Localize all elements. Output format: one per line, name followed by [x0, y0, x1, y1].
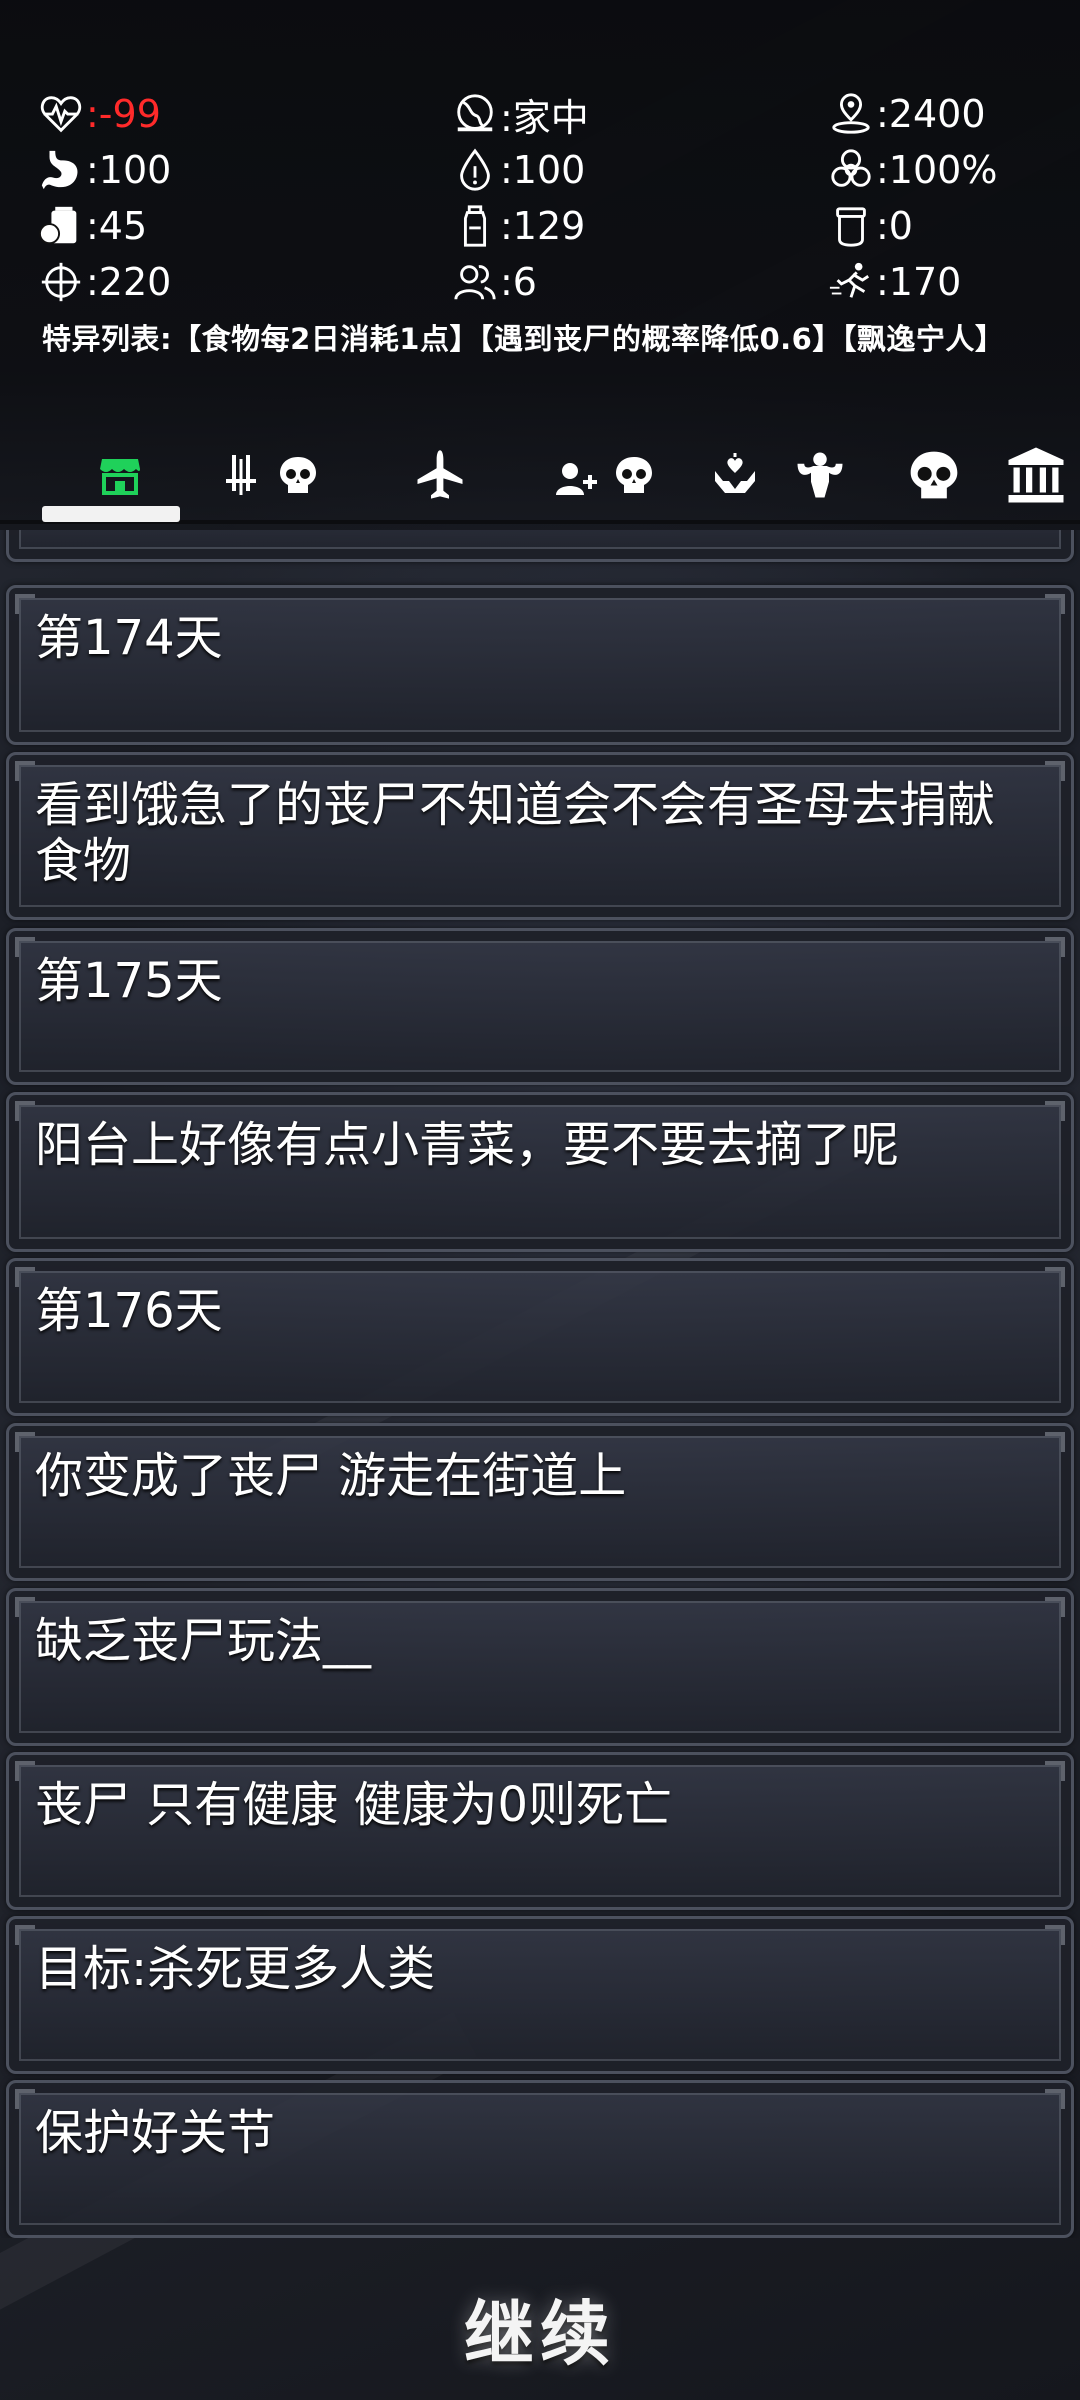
skull-icon — [910, 451, 958, 499]
muscle-icon — [797, 452, 843, 498]
add-person-icon — [556, 463, 597, 495]
log-text: 第176天 — [35, 1283, 223, 1339]
food-value: :45 — [86, 204, 148, 248]
group-icon — [454, 265, 496, 300]
hunger-value: :100 — [86, 148, 172, 192]
jar-icon — [836, 207, 866, 247]
log-card: 看到饿急了的丧尸不知道会不会有圣母去捐献食物 — [6, 752, 1074, 920]
log-card: 保护好关节 — [6, 2080, 1074, 2238]
water-value: :129 — [500, 204, 586, 248]
stat-survivors: :6 — [452, 256, 537, 308]
event-log[interactable]: 第174天 看到饿急了的丧尸不知道会不会有圣母去捐献食物 第175天 阳台上好像… — [0, 530, 1080, 2238]
skull-icon-small — [280, 457, 316, 493]
stat-location: :家中 — [452, 88, 589, 140]
log-card: 第174天 — [6, 585, 1074, 745]
stat-attack: :220 — [38, 256, 171, 308]
traits-list: 特异列表:【食物每2日消耗1点】【遇到丧尸的概率降低0.6】【飘逸宁人】 — [42, 322, 1005, 356]
distance-value: :2400 — [876, 92, 986, 136]
location-value: :家中 — [500, 95, 589, 140]
globe-person-icon — [457, 94, 493, 132]
log-card: 缺乏丧尸玩法__ — [6, 1588, 1074, 1746]
airplane-icon — [417, 450, 463, 499]
food-can-icon — [38, 206, 77, 245]
tab-shop[interactable] — [90, 440, 150, 510]
tab-bar — [0, 440, 1080, 526]
log-text: 看到饿急了的丧尸不知道会不会有圣母去捐献食物 — [35, 777, 996, 889]
log-text: 第175天 — [35, 953, 223, 1009]
log-card: 阳台上好像有点小青菜，要不要去摘了呢 — [6, 1092, 1074, 1252]
log-text: 缺乏丧尸玩法__ — [35, 1613, 372, 1669]
running-icon — [829, 262, 870, 298]
skull-icon-tab — [616, 457, 652, 493]
log-card: 你变成了丧尸 游走在街道上 — [6, 1423, 1074, 1581]
log-card: 目标:杀死更多人类 — [6, 1916, 1074, 2074]
stat-health: :-99 — [38, 88, 161, 140]
stat-food: :45 — [38, 200, 147, 252]
health-value: :-99 — [86, 92, 161, 136]
supplies-value: :0 — [876, 204, 913, 248]
tab-travel[interactable] — [405, 440, 475, 510]
water-bottle-icon — [463, 205, 487, 247]
tab-recruit[interactable] — [535, 440, 675, 510]
survivors-value: :6 — [500, 260, 537, 304]
log-text: 你变成了丧尸 游走在街道上 — [35, 1448, 627, 1504]
log-text: 丧尸 只有健康 健康为0则死亡 — [35, 1777, 673, 1833]
swords-icon — [226, 455, 256, 495]
bank-icon — [1008, 447, 1064, 503]
continue-button[interactable]: 继续 — [390, 2258, 690, 2398]
stat-hunger: :100 — [38, 144, 171, 196]
heal-hands-icon — [715, 453, 755, 493]
stat-thirst: :100 — [452, 144, 585, 196]
infection-value: :100% — [876, 148, 998, 192]
attack-value: :220 — [86, 260, 172, 304]
speed-value: :170 — [876, 260, 962, 304]
active-tab-indicator — [42, 506, 180, 522]
map-pin-icon — [832, 93, 870, 134]
log-card: 第176天 — [6, 1258, 1074, 1416]
thirst-value: :100 — [500, 148, 586, 192]
tab-bank[interactable] — [1000, 440, 1072, 510]
log-card: 丧尸 只有健康 健康为0则死亡 — [6, 1752, 1074, 1910]
stats-panel: :-99 :家中 :2400 :100 :100 :100% :45 :129 … — [0, 82, 1080, 322]
log-text: 第174天 — [35, 610, 223, 666]
log-card-partial — [6, 530, 1074, 562]
tab-strength[interactable] — [790, 440, 850, 510]
crosshair-icon — [41, 262, 81, 302]
shop-icon — [100, 459, 140, 495]
stat-infection: :100% — [828, 144, 997, 196]
tab-heal[interactable] — [705, 440, 765, 510]
water-drop-icon — [460, 148, 490, 191]
log-text: 阳台上好像有点小青菜，要不要去摘了呢 — [35, 1117, 900, 1173]
log-card: 第175天 — [6, 928, 1074, 1085]
tab-zombie[interactable] — [904, 440, 964, 510]
log-text: 目标:杀死更多人类 — [35, 1941, 436, 1997]
stomach-icon — [41, 150, 78, 190]
log-text: 保护好关节 — [35, 2105, 276, 2161]
stat-distance: :2400 — [828, 88, 986, 140]
tab-weapons[interactable] — [210, 440, 330, 510]
stat-supplies: :0 — [828, 200, 913, 252]
biohazard-icon — [831, 149, 871, 187]
stat-water: :129 — [452, 200, 585, 252]
stat-speed: :170 — [828, 256, 961, 308]
heart-pulse-icon — [40, 96, 82, 133]
